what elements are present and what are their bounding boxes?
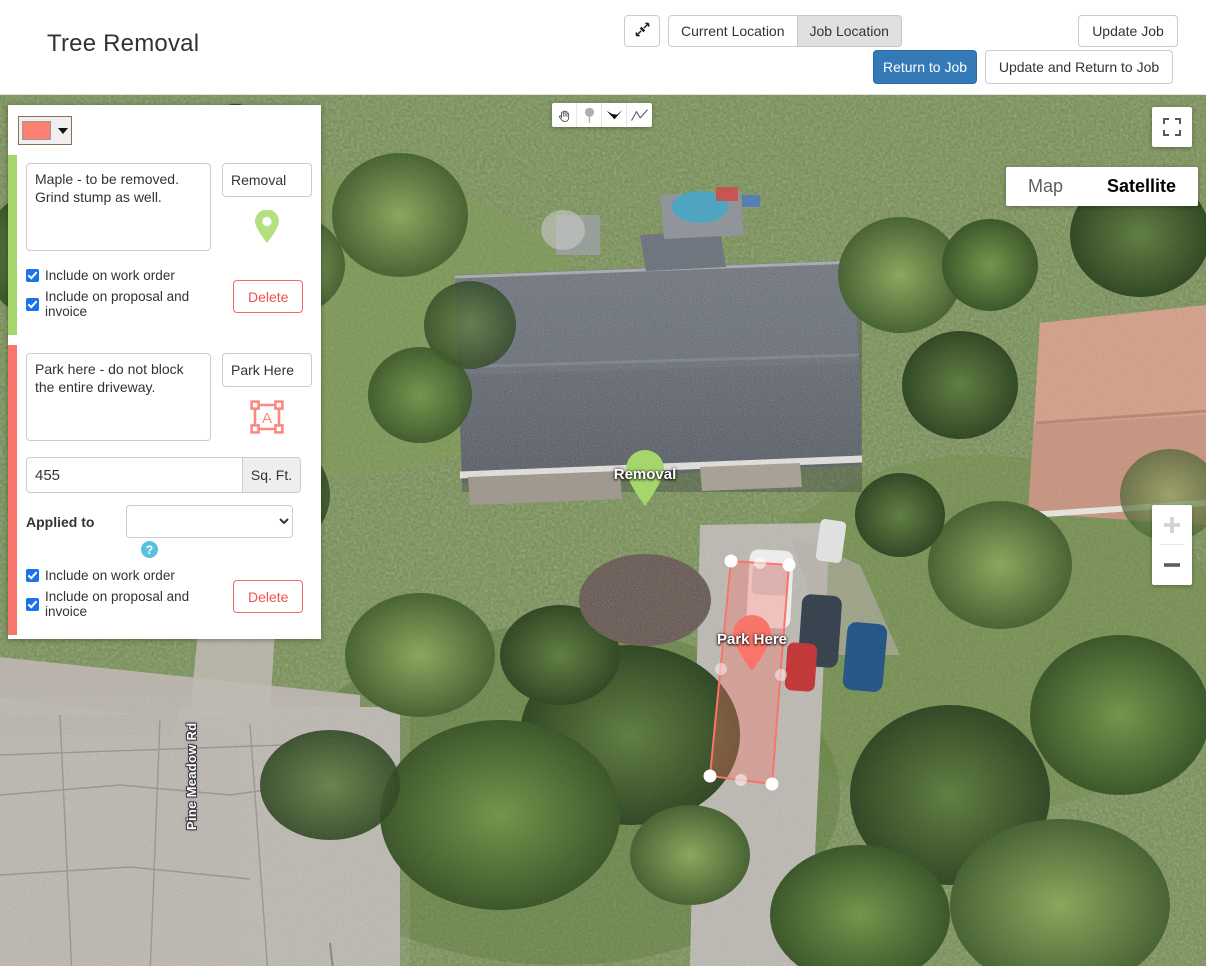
- zoom-out-button[interactable]: [1152, 545, 1192, 585]
- map-pin-icon: [255, 210, 279, 243]
- note-textarea[interactable]: Park here - do not block the entire driv…: [26, 353, 211, 441]
- question-mark-icon[interactable]: ?: [141, 541, 158, 558]
- area-polygon-icon: A: [250, 400, 284, 434]
- polygon-vertex-handle: [765, 777, 779, 791]
- location-toggle-group[interactable]: Current Location Job Location: [668, 15, 902, 47]
- item-color-bar: [8, 155, 17, 335]
- app-header: Tree Removal Current Location Job Locati…: [0, 0, 1206, 95]
- svg-text:A: A: [262, 410, 272, 427]
- include-on-proposal-invoice-checkbox[interactable]: [26, 297, 39, 311]
- zoom-in-button[interactable]: [1152, 505, 1192, 545]
- quantity-row: Sq. Ft.: [26, 457, 301, 493]
- update-job-button[interactable]: Update Job: [1078, 15, 1178, 47]
- map-marker-park-here-label: Park Here: [716, 631, 788, 648]
- update-and-return-to-job-button[interactable]: Update and Return to Job: [985, 50, 1173, 84]
- map-draw-toolbar[interactable]: [552, 103, 652, 127]
- draw-polygon-tool-button[interactable]: [602, 103, 627, 127]
- include-on-work-order-checkbox[interactable]: [26, 269, 39, 282]
- include-on-proposal-invoice-checkbox[interactable]: [26, 597, 39, 611]
- fullscreen-icon: [1163, 118, 1181, 136]
- polygon-midpoint-handle: [775, 669, 787, 681]
- map-marker-removal[interactable]: Removal: [614, 448, 676, 513]
- tab-job-location[interactable]: Job Location: [796, 15, 902, 47]
- include-on-work-order-label: Include on work order: [45, 568, 175, 583]
- applied-to-select[interactable]: [126, 505, 293, 538]
- return-to-job-button[interactable]: Return to Job: [873, 50, 977, 84]
- draw-line-tool-button[interactable]: [627, 103, 652, 127]
- quantity-input[interactable]: [26, 457, 242, 493]
- map-type-satellite[interactable]: Satellite: [1084, 167, 1198, 206]
- annotation-name-input[interactable]: [222, 163, 312, 197]
- annotation-item-park-here: Park here - do not block the entire driv…: [8, 345, 321, 635]
- polygon-midpoint-handle: [715, 663, 727, 675]
- annotation-item-removal: Maple - to be removed. Grind stump as we…: [8, 155, 321, 335]
- annotation-panel: Maple - to be removed. Grind stump as we…: [8, 105, 321, 639]
- include-on-proposal-invoice-label: Include on proposal and invoice: [45, 289, 190, 319]
- quantity-unit-label: Sq. Ft.: [242, 457, 301, 493]
- annotation-type-icon: A: [250, 399, 284, 435]
- fullscreen-button[interactable]: [1152, 107, 1192, 147]
- color-swatch: [22, 121, 51, 140]
- add-marker-tool-button[interactable]: [577, 103, 602, 127]
- minus-icon: [1164, 563, 1180, 567]
- caret-down-icon: [58, 127, 68, 134]
- polygon-vertex-handle: [724, 554, 738, 568]
- zoom-controls[interactable]: [1152, 505, 1192, 585]
- item-color-bar: [8, 345, 17, 635]
- polygon-midpoint-handle: [754, 557, 766, 569]
- applied-to-label: Applied to: [26, 513, 95, 530]
- tab-current-location[interactable]: Current Location: [668, 15, 798, 47]
- polygon-icon: [606, 109, 622, 119]
- map-marker-removal-label: Removal: [613, 466, 677, 483]
- polygon-vertex-handle: [703, 769, 717, 783]
- annotation-name-input[interactable]: [222, 353, 312, 387]
- plus-icon: [1164, 517, 1180, 533]
- color-picker-button[interactable]: [18, 116, 72, 145]
- line-icon: [631, 108, 648, 121]
- marker-pin-icon: [584, 107, 594, 123]
- include-on-proposal-invoice-label: Include on proposal and invoice: [45, 589, 190, 619]
- applied-to-row: Applied to: [26, 505, 311, 538]
- map-type-map[interactable]: Map: [1005, 167, 1085, 206]
- include-on-work-order-checkbox[interactable]: [26, 569, 39, 582]
- annotation-type-icon: [254, 209, 280, 245]
- expand-map-button[interactable]: [624, 15, 660, 47]
- delete-button[interactable]: Delete: [233, 280, 303, 313]
- map-marker-park-here[interactable]: Park Here: [717, 613, 787, 678]
- include-on-work-order-label: Include on work order: [45, 268, 175, 283]
- polygon-vertex-handle: [782, 558, 796, 572]
- polygon-midpoint-handle: [735, 774, 747, 786]
- pan-hand-tool-button[interactable]: [552, 103, 577, 127]
- applied-to-help-row: ?: [26, 541, 311, 558]
- map-type-switch[interactable]: Map Satellite: [1005, 167, 1198, 206]
- delete-button[interactable]: Delete: [233, 580, 303, 613]
- diagonal-arrows-icon: [635, 22, 650, 40]
- page-title: Tree Removal: [47, 30, 200, 57]
- pan-hand-icon: [558, 110, 569, 122]
- note-textarea[interactable]: Maple - to be removed. Grind stump as we…: [26, 163, 211, 251]
